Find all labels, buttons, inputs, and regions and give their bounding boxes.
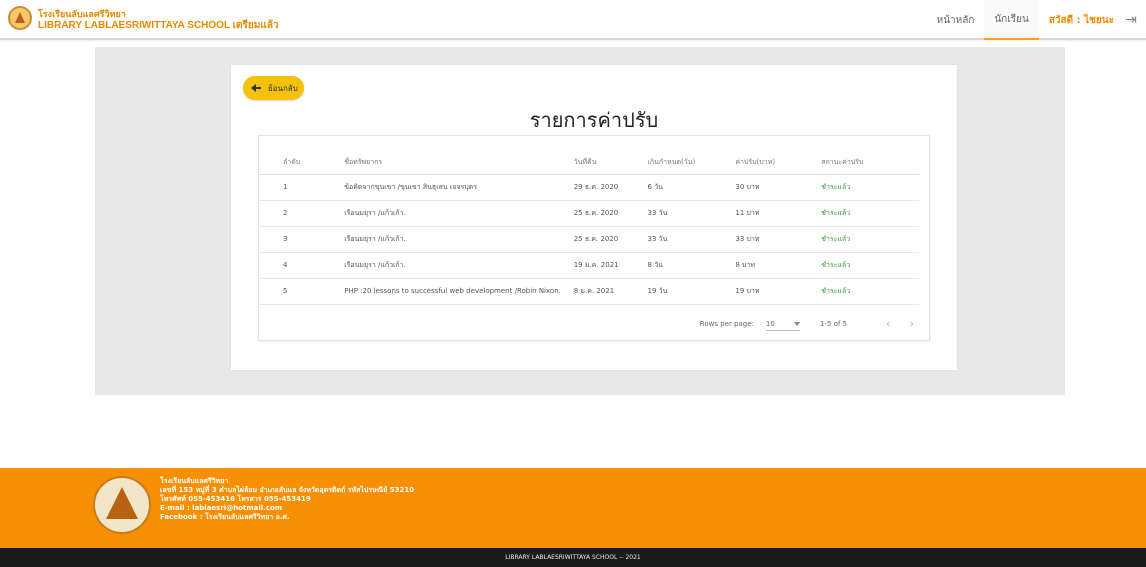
row-resource: เรือนมยุรา /แก้วเก้า.: [300, 252, 574, 279]
table-header-row: ลำดับ ชื่อทรัพยากร วันที่คืน เกินกำหนด(ว…: [259, 152, 919, 175]
rows-per-page-value: 10: [765, 319, 775, 328]
site-footer: โรงเรียนลับแลศรีวิทยา เลขที่ 153 หมู่ที่…: [0, 468, 1146, 548]
table-row: 4 เรือนมยุรา /แก้วเก้า. 19 ม.ค. 2021 8 ว…: [259, 252, 919, 279]
table-row: 3 เรือนมยุรา /แก้วเก้า. 25 ธ.ค. 2020 33 …: [259, 226, 919, 253]
header-return-date: วันที่คืน: [573, 152, 648, 175]
page-range: 1-5 of 5: [819, 320, 847, 328]
row-return-date: 29 ธ.ค. 2020: [573, 174, 648, 201]
table-row: 1 ข้อคิดจากขุนเขา /ขุนเขา สินธุเสน เจจรบ…: [259, 174, 919, 201]
row-resource: ข้อคิดจากขุนเขา /ขุนเขา สินธุเสน เจจรบุต…: [300, 174, 574, 201]
rows-per-page-select[interactable]: 10: [765, 317, 800, 331]
footer-address: เลขที่ 153 หมู่ที่ 3 ตำบลไผ่ล้อม อำเภอลั…: [160, 486, 415, 494]
fines-table: ลำดับ ชื่อทรัพยากร วันที่คืน เกินกำหนด(ว…: [259, 152, 919, 305]
footer-phone: โทรศัพท์ 055-453416 โทรสาร 055-453419: [160, 495, 311, 503]
row-resource: เรือนมยุรา /แก้วเก้า.: [300, 226, 574, 253]
row-status: ชำระแล้ว: [821, 200, 919, 227]
row-fine: 19 บาท: [735, 278, 822, 305]
row-fine: 30 บาท: [735, 174, 822, 201]
rows-per-page-label: Rows per page:: [699, 320, 754, 328]
row-index: 4: [259, 252, 301, 279]
school-logo-icon: [8, 6, 32, 30]
header-overdue-days: เกินกำหนด(วัน): [647, 152, 736, 175]
header-status: สถานะค่าปรับ: [821, 152, 919, 175]
nav-home[interactable]: หน้าหลัก: [927, 0, 985, 40]
footer-email: E-mail : lablaesri@hotmail.com: [160, 504, 283, 512]
row-fine: 33 บาท: [735, 226, 822, 253]
row-overdue: 6 วัน: [647, 174, 736, 201]
top-navigation-bar: โรงเรียนลับแลศรีวิทยา LIBRARY LABLAESRIW…: [0, 0, 1146, 40]
row-return-date: 19 ม.ค. 2021: [573, 252, 648, 279]
row-status: ชำระแล้ว: [821, 174, 919, 201]
footer-school-name: โรงเรียนลับแลศรีวิทยา: [160, 477, 229, 485]
arrow-left-icon: [251, 83, 262, 93]
logout-icon[interactable]: ⇥: [1122, 11, 1140, 29]
row-index: 2: [259, 200, 301, 227]
back-label: ย้อนกลับ: [268, 83, 298, 93]
table-row: 5 PHP :20 lessons to successful web deve…: [259, 278, 919, 305]
school-name: โรงเรียนลับแลศรีวิทยา: [38, 9, 126, 19]
table-pagination: Rows per page: 10 1-5 of 5 ‹ ›: [259, 315, 919, 333]
row-status: ชำระแล้ว: [821, 252, 919, 279]
row-resource: เรือนมยุรา /แก้วเก้า.: [300, 200, 574, 227]
chevron-right-icon[interactable]: ›: [905, 317, 919, 331]
row-overdue: 33 วัน: [647, 200, 736, 227]
row-overdue: 8 วัน: [647, 252, 736, 279]
row-status: ชำระแล้ว: [821, 278, 919, 305]
row-overdue: 19 วัน: [647, 278, 736, 305]
back-button[interactable]: ย้อนกลับ: [243, 76, 304, 100]
table-row: 2 เรือนมยุรา /แก้วเก้า. 25 ธ.ค. 2020 33 …: [259, 200, 919, 227]
nav-menu: หน้าหลัก นักเรียน สวัสดี : ไชยนะ ⇥: [927, 0, 1146, 40]
row-index: 5: [259, 278, 301, 305]
row-overdue: 33 วัน: [647, 226, 736, 253]
brand: โรงเรียนลับแลศรีวิทยา LIBRARY LABLAESRIW…: [38, 8, 279, 32]
footer-school-logo-icon: [93, 476, 151, 534]
footer-info: โรงเรียนลับแลศรีวิทยา เลขที่ 153 หมู่ที่…: [160, 477, 414, 522]
row-resource: PHP :20 lessons to successful web develo…: [300, 278, 574, 305]
row-status: ชำระแล้ว: [821, 226, 919, 253]
copyright-bar: LIBRARY LABLAESRIWITTAYA SCHOOL -- 2021: [0, 548, 1146, 567]
footer-facebook: Facebook : โรงเรียนลับแลศรีวิทยา อ.ศ.: [160, 513, 290, 521]
row-index: 3: [259, 226, 301, 253]
header-resource: ชื่อทรัพยากร: [300, 152, 574, 175]
nav-student[interactable]: นักเรียน: [984, 0, 1039, 40]
row-return-date: 8 ม.ค. 2021: [573, 278, 648, 305]
page-title: รายการค่าปรับ: [529, 108, 659, 132]
row-index: 1: [259, 174, 301, 201]
chevron-left-icon[interactable]: ‹: [881, 317, 895, 331]
fines-table-container: ลำดับ ชื่อทรัพยากร วันที่คืน เกินกำหนด(ว…: [258, 135, 930, 341]
row-return-date: 25 ธ.ค. 2020: [573, 200, 648, 227]
header-fine: ค่าปรับ(บาท): [735, 152, 822, 175]
row-return-date: 25 ธ.ค. 2020: [573, 226, 648, 253]
row-fine: 11 บาท: [735, 200, 822, 227]
header-index: ลำดับ: [259, 152, 301, 175]
library-name: LIBRARY LABLAESRIWITTAYA SCHOOL เตรียมแล…: [38, 20, 279, 31]
user-greeting[interactable]: สวัสดี : ไชยนะ: [1039, 0, 1122, 40]
row-fine: 8 บาท: [735, 252, 822, 279]
fine-list-card: ย้อนกลับ รายการค่าปรับ ลำดับ ชื่อทรัพยาก…: [231, 65, 957, 370]
chevron-down-icon: [793, 321, 800, 326]
